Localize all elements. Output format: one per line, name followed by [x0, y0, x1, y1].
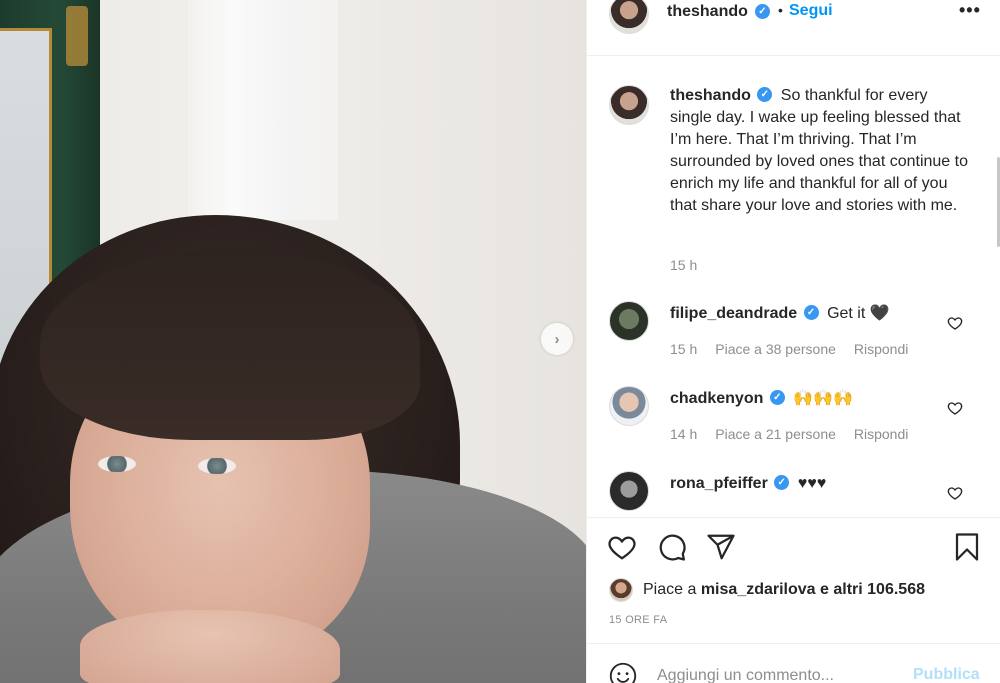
chevron-right-icon: › — [554, 330, 560, 348]
caption-author-avatar[interactable] — [609, 85, 649, 125]
comment-time[interactable]: 14 h — [670, 426, 697, 442]
reply-button[interactable]: Rispondi — [854, 341, 908, 357]
liker-avatar[interactable] — [609, 578, 633, 602]
comment-time[interactable]: 15 h — [670, 341, 697, 357]
comment-input[interactable] — [657, 664, 897, 683]
post-comment-button[interactable]: Pubblica — [913, 666, 980, 683]
comment-like-heart-icon[interactable] — [947, 400, 963, 416]
comment-text: 🙌🙌🙌 — [793, 390, 854, 407]
likes-count[interactable]: e altri 106.568 — [820, 581, 925, 599]
emoji-icon[interactable] — [609, 662, 637, 683]
photo-eye-left — [98, 456, 136, 472]
comment-username[interactable]: rona_pfeiffer — [670, 475, 768, 492]
verified-badge-icon: ✓ — [755, 4, 770, 19]
post-time-ago[interactable]: 15 ORE FA — [609, 614, 667, 626]
likes-summary[interactable]: Piace a misa_zdarilova e altri 106.568 — [609, 578, 925, 602]
post-panel: theshando ✓ • Segui ••• theshando ✓ So t… — [586, 0, 1000, 683]
comment-meta: 15 h Piace a 38 persone Rispondi — [670, 341, 908, 357]
caption-meta: 15 h — [670, 257, 697, 273]
more-options-icon[interactable]: ••• — [959, 0, 981, 21]
add-comment-bar: Pubblica — [587, 643, 1000, 683]
photo-bangs — [40, 250, 420, 440]
comment-text-block: filipe_deandrade ✓ Get it 🖤 — [670, 303, 970, 325]
comment-meta: 14 h Piace a 21 persone Rispondi — [670, 426, 908, 442]
share-icon[interactable] — [706, 532, 736, 562]
verified-badge-icon: ✓ — [774, 474, 790, 490]
next-photo-button[interactable]: › — [541, 323, 573, 355]
likes-prefix: Piace a — [643, 581, 697, 598]
verified-badge-icon: ✓ — [757, 86, 773, 102]
header-separator: • — [778, 2, 783, 18]
verified-badge-icon: ✓ — [769, 389, 785, 405]
heart-icon[interactable] — [607, 532, 637, 562]
author-avatar[interactable] — [609, 0, 649, 34]
caption-time[interactable]: 15 h — [670, 257, 697, 273]
verified-badge-icon: ✓ — [803, 304, 819, 320]
bookmark-icon[interactable] — [952, 532, 982, 562]
comment-text: ♥♥♥ — [797, 475, 827, 492]
liker-username[interactable]: misa_zdarilova — [701, 581, 816, 599]
comment-text-block: rona_pfeiffer ✓ ♥♥♥ — [670, 473, 970, 495]
follow-button[interactable]: Segui — [789, 2, 833, 20]
comment-username[interactable]: chadkenyon — [670, 390, 763, 407]
comment-avatar[interactable] — [609, 301, 649, 341]
comment-avatar[interactable] — [609, 386, 649, 426]
post-photo[interactable]: › — [0, 0, 586, 683]
comment-avatar[interactable] — [609, 471, 649, 511]
comment-icon[interactable] — [657, 532, 687, 562]
comment-likes[interactable]: Piace a 38 persone — [715, 341, 836, 357]
photo-eye-right — [198, 458, 236, 474]
caption-text: So thankful for every single day. I wake… — [670, 87, 968, 214]
photo-frame-ornament — [66, 6, 88, 66]
comment-like-heart-icon[interactable] — [947, 315, 963, 331]
comment-text-block: chadkenyon ✓ 🙌🙌🙌 — [670, 388, 970, 410]
comment-text: Get it 🖤 — [827, 305, 890, 322]
post-actions: Piace a misa_zdarilova e altri 106.568 1… — [587, 517, 1000, 683]
comment-username[interactable]: filipe_deandrade — [670, 305, 797, 322]
comment-like-heart-icon[interactable] — [947, 485, 963, 501]
reply-button[interactable]: Rispondi — [854, 426, 908, 442]
photo-curtain — [188, 0, 338, 220]
caption-text-block: theshando ✓ So thankful for every single… — [670, 85, 970, 217]
post-header: theshando ✓ • Segui ••• — [587, 0, 1000, 56]
author-username[interactable]: theshando — [667, 3, 748, 21]
comments-list[interactable]: theshando ✓ So thankful for every single… — [587, 57, 1000, 516]
comment-likes[interactable]: Piace a 21 persone — [715, 426, 836, 442]
photo-hand — [80, 610, 340, 683]
caption-username[interactable]: theshando — [670, 87, 751, 104]
